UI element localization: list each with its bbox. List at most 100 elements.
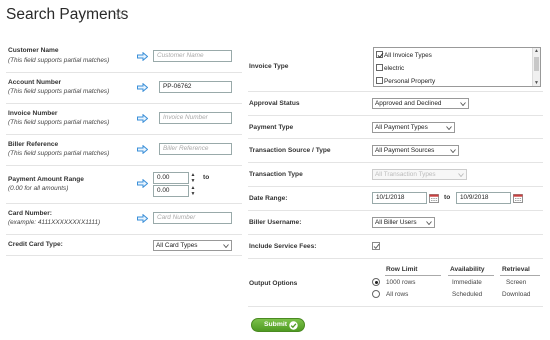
chevron-down-icon xyxy=(460,102,466,106)
date-to-label: to xyxy=(444,194,451,201)
card-number-hint: (example: 4111XXXXXXXX1111) xyxy=(8,219,101,226)
amount-max-input[interactable]: 0.00 xyxy=(153,185,189,197)
row-limit-cell: 1000 rows xyxy=(386,279,416,286)
scroll-up-icon[interactable]: ▲ xyxy=(534,48,539,54)
invoice-number-input[interactable]: Invoice Number xyxy=(159,112,232,124)
row-limit-all-radio[interactable] xyxy=(372,290,380,298)
header-divider xyxy=(385,275,441,276)
payment-amount-range-hint: (0.00 for all amounts) xyxy=(8,185,69,192)
listbox-scrollbar[interactable]: ▲ ▼ xyxy=(532,48,540,86)
amount-min-input[interactable]: 0.00 xyxy=(153,172,189,184)
transaction-type-label: Transaction Type xyxy=(249,171,303,178)
biller-reference-hint: (This field supports partial matches) xyxy=(8,150,110,157)
invoice-type-option[interactable]: Personal Property xyxy=(376,77,435,85)
approval-status-label: Approval Status xyxy=(249,100,300,107)
chevron-down-icon xyxy=(458,173,464,177)
credit-card-type-label: Credit Card Type: xyxy=(8,241,63,248)
payment-type-label: Payment Type xyxy=(249,124,294,131)
retrieval-header: Retrieval xyxy=(502,266,530,273)
availability-cell: Scheduled xyxy=(452,291,483,298)
arrow-right-icon xyxy=(137,83,148,92)
calendar-icon[interactable] xyxy=(513,193,523,203)
row-limit-cell: All rows xyxy=(386,291,409,298)
invoice-type-listbox[interactable]: All Invoice Types electric Personal Prop… xyxy=(373,47,541,87)
approval-status-value: Approved and Declined xyxy=(375,100,442,107)
account-number-row: Account Number (This field supports part… xyxy=(6,73,242,104)
biller-username-row: Biller Username: All Biller Users xyxy=(248,211,543,235)
invoice-number-label: Invoice Number xyxy=(8,110,58,117)
card-number-label: Card Number: xyxy=(8,210,52,217)
account-number-hint: (This field supports partial matches) xyxy=(8,88,110,95)
payment-type-row: Payment Type All Payment Types xyxy=(248,116,543,139)
chevron-down-icon xyxy=(450,149,456,153)
biller-reference-row: Biller Reference (This field supports pa… xyxy=(6,135,242,166)
retrieval-cell: Screen xyxy=(506,279,527,286)
arrow-right-icon xyxy=(137,52,148,61)
chevron-down-icon xyxy=(446,126,452,130)
payment-amount-range-row: Payment Amount Range (0.00 for all amoun… xyxy=(6,166,242,204)
chevron-down-icon xyxy=(426,221,432,225)
retrieval-cell: Download xyxy=(502,291,531,298)
account-number-input[interactable]: PP-06762 xyxy=(159,81,232,93)
arrow-right-icon xyxy=(137,145,148,154)
transaction-source-value: All Payment Sources xyxy=(375,147,435,154)
include-service-fees-label: Include Service Fees: xyxy=(249,243,317,250)
header-divider xyxy=(500,275,540,276)
amount-to-label: to xyxy=(203,174,210,181)
checkbox-checked-icon[interactable] xyxy=(376,51,384,59)
biller-username-select[interactable]: All Biller Users xyxy=(372,217,435,228)
amount-max-spinner[interactable]: ▲ ▼ xyxy=(190,185,196,197)
transaction-type-value: All Transaction Types xyxy=(375,171,436,178)
invoice-type-label: Invoice Type xyxy=(249,63,289,70)
transaction-source-select[interactable]: All Payment Sources xyxy=(372,145,459,156)
scrollbar-thumb[interactable] xyxy=(534,57,539,71)
account-number-label: Account Number xyxy=(8,79,62,86)
checkbox-icon[interactable] xyxy=(376,77,383,84)
transaction-source-row: Transaction Source / Type All Payment So… xyxy=(248,139,543,163)
transaction-type-row: Transaction Type All Transaction Types xyxy=(248,163,543,187)
invoice-type-option[interactable]: All Invoice Types xyxy=(376,51,432,59)
include-service-fees-row: Include Service Fees: xyxy=(248,235,543,259)
biller-username-label: Biller Username: xyxy=(249,219,302,226)
biller-username-value: All Biller Users xyxy=(375,219,417,226)
output-options-label: Output Options xyxy=(249,280,298,287)
customer-name-row: Customer Name (This field supports parti… xyxy=(6,42,242,73)
submit-button[interactable]: Submit xyxy=(251,318,305,332)
transaction-type-select: All Transaction Types xyxy=(372,169,467,180)
customer-name-label: Customer Name xyxy=(8,47,59,54)
date-range-label: Date Range: xyxy=(249,195,288,202)
page-title: Search Payments xyxy=(6,6,129,23)
credit-card-type-select[interactable]: All Card Types xyxy=(153,240,232,251)
card-number-input[interactable]: Card Number xyxy=(153,212,232,224)
calendar-icon[interactable] xyxy=(429,193,439,203)
payment-type-select[interactable]: All Payment Types xyxy=(372,122,455,133)
credit-card-type-row: Credit Card Type: All Card Types xyxy=(6,235,242,256)
row-limit-1000-radio[interactable] xyxy=(372,278,380,286)
amount-min-spinner[interactable]: ▲ ▼ xyxy=(190,172,196,184)
customer-name-input[interactable]: Customer Name xyxy=(153,50,232,62)
output-options-row: Output Options Row Limit Availability Re… xyxy=(248,259,543,307)
date-to-input[interactable]: 10/9/2018 xyxy=(456,192,511,204)
approval-status-select[interactable]: Approved and Declined xyxy=(372,98,469,109)
availability-header: Availability xyxy=(450,266,485,273)
biller-reference-label: Biller Reference xyxy=(8,141,59,148)
date-from-input[interactable]: 10/1/2018 xyxy=(372,192,427,204)
arrow-right-icon xyxy=(137,214,148,223)
checkmark-icon xyxy=(289,321,298,330)
checkmark-icon xyxy=(373,243,380,250)
chevron-down-icon xyxy=(223,244,229,248)
include-service-fees-checkbox[interactable] xyxy=(372,242,380,250)
arrow-right-icon xyxy=(137,179,148,188)
checkbox-icon[interactable] xyxy=(376,64,383,71)
payment-type-value: All Payment Types xyxy=(375,124,428,131)
row-limit-header: Row Limit xyxy=(386,266,418,273)
arrow-right-icon xyxy=(137,114,148,123)
invoice-type-option[interactable]: electric xyxy=(376,64,404,72)
transaction-source-label: Transaction Source / Type xyxy=(249,147,331,154)
invoice-number-row: Invoice Number (This field supports part… xyxy=(6,104,242,135)
scroll-down-icon[interactable]: ▼ xyxy=(534,80,539,86)
submit-label: Submit xyxy=(264,321,288,328)
credit-card-type-value: All Card Types xyxy=(156,242,198,249)
star-outline-icon[interactable]: ☆ xyxy=(114,7,126,23)
biller-reference-input[interactable]: Biller Reference xyxy=(159,143,232,155)
